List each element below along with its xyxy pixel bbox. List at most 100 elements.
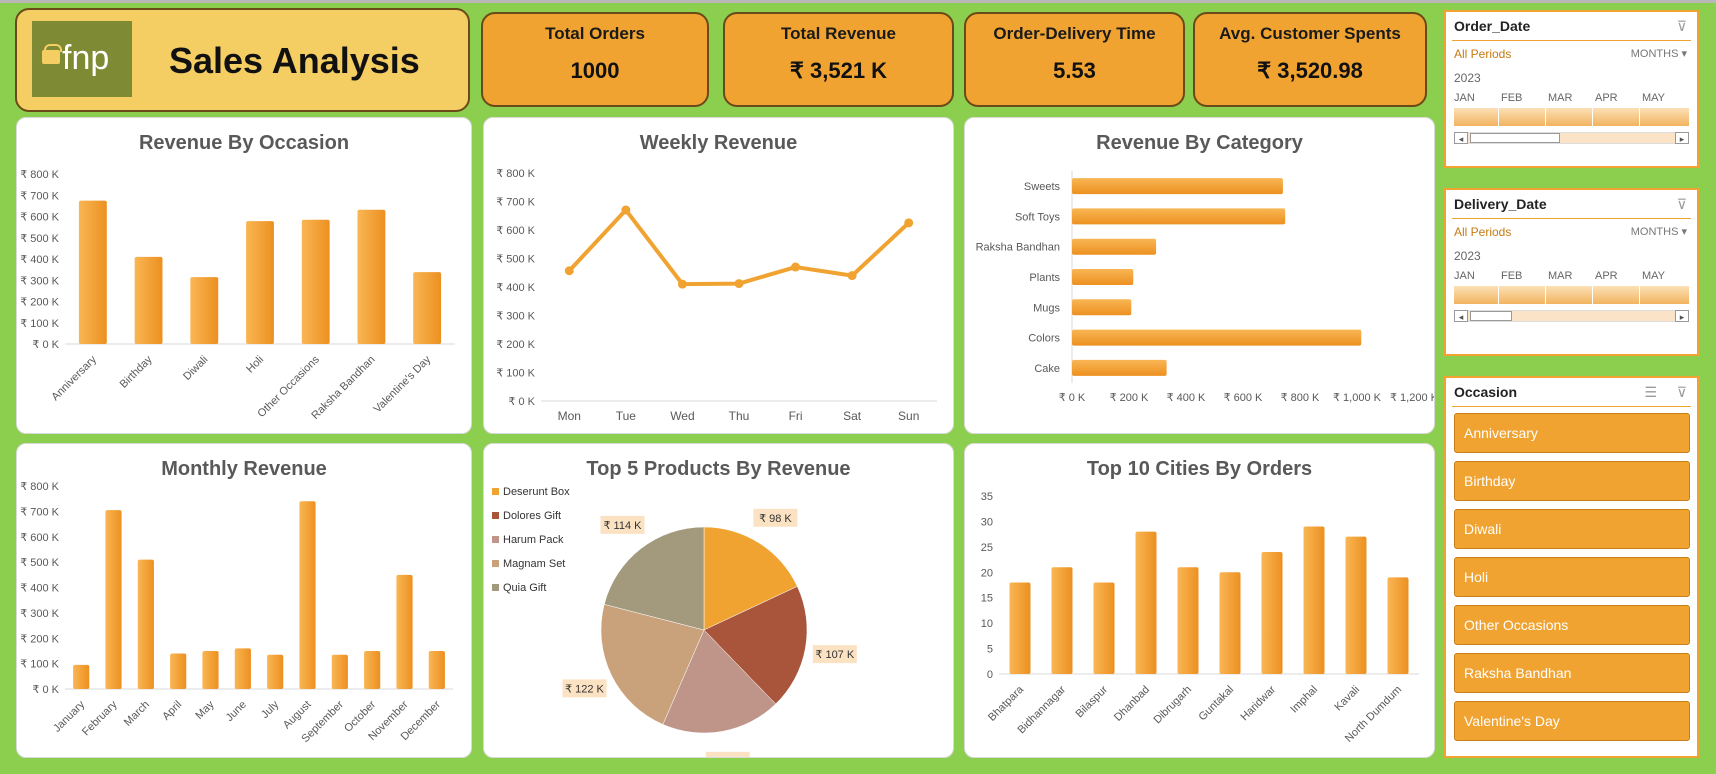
- all-periods-label[interactable]: All Periods: [1454, 47, 1511, 61]
- y-tick-label: ₹ 300 K: [20, 608, 59, 620]
- bar: [1345, 536, 1367, 674]
- bar: [1219, 572, 1241, 674]
- data-label: ₹ 102 K: [708, 756, 747, 758]
- bar: [331, 654, 348, 689]
- legend-swatch: [492, 560, 499, 567]
- month-feb[interactable]: FEB: [1501, 92, 1522, 104]
- kpi-label: Total Orders: [545, 24, 645, 43]
- occasion-item-diwali[interactable]: Diwali: [1454, 509, 1690, 549]
- x-tick-label: Mon: [558, 409, 581, 423]
- y-tick-label: ₹ 200 K: [20, 297, 59, 309]
- kpi-value: 1000: [570, 58, 620, 83]
- y-tick-label: ₹ 700 K: [20, 506, 59, 518]
- chart-top5-products: Top 5 Products By Revenue ₹ 98 K ₹ 107 K ₹…: [483, 443, 954, 758]
- occasion-item-birthday[interactable]: Birthday: [1454, 461, 1690, 501]
- chart-plot: ₹ 0 K ₹ 100 K ₹ 200 K ₹ 300 K ₹ 400 K ₹ 500 K…: [20, 169, 455, 422]
- all-periods-label[interactable]: All Periods: [1454, 225, 1511, 239]
- legend-swatch: [492, 488, 499, 495]
- y-tick-label: ₹ 500 K: [496, 254, 535, 266]
- y-tick-label: ₹ 0 K: [508, 396, 535, 408]
- bar: [396, 574, 413, 689]
- month-may[interactable]: MAY: [1642, 270, 1665, 282]
- occasion-item-holi[interactable]: Holi: [1454, 557, 1690, 597]
- data-point: [734, 279, 744, 289]
- scroll-left-icon[interactable]: ◂: [1454, 310, 1468, 322]
- x-tick-label: April: [160, 699, 184, 723]
- month-feb[interactable]: FEB: [1501, 270, 1522, 282]
- timeline-selection-bar[interactable]: [1454, 286, 1689, 304]
- month-mar[interactable]: MAR: [1548, 270, 1572, 282]
- kpi-value: 5.53: [1053, 58, 1096, 83]
- kpi-value: ₹ 3,520.98: [1257, 58, 1363, 83]
- data-label: ₹ 98 K: [759, 513, 792, 525]
- bar: [190, 277, 219, 344]
- x-tick-label: February: [80, 698, 120, 738]
- scroll-right-icon[interactable]: ▸: [1675, 132, 1689, 144]
- month-apr[interactable]: APR: [1595, 92, 1618, 104]
- occasion-item-raksha-bandhan[interactable]: Raksha Bandhan: [1454, 653, 1690, 693]
- multi-select-icon[interactable]: ☰: [1644, 384, 1657, 401]
- x-tick-label: ₹ 1,000 K: [1333, 392, 1382, 404]
- bar: [364, 650, 381, 689]
- gift-icon: [42, 44, 62, 64]
- y-tick-label: ₹ 800 K: [496, 168, 535, 180]
- x-tick-label: Wed: [670, 409, 694, 423]
- slicer-delivery-date[interactable]: Delivery_Date ⊽ All Periods MONTHS ▾ 202…: [1444, 188, 1699, 356]
- bar: [1072, 299, 1132, 316]
- timeline-divider: [1498, 286, 1499, 304]
- y-tick-label: ₹ 0 K: [32, 684, 59, 696]
- timeline-scroll-thumb[interactable]: [1470, 133, 1560, 143]
- bar: [1072, 269, 1134, 285]
- bar: [1387, 577, 1409, 674]
- timeline-divider: [1498, 108, 1499, 126]
- bar: [1009, 582, 1031, 674]
- x-tick-label: Valentine's Day: [372, 353, 434, 415]
- bar: [170, 653, 187, 689]
- slicer-order-date[interactable]: Order_Date ⊽ All Periods MONTHS ▾ 2023 J…: [1444, 10, 1699, 168]
- scroll-right-icon[interactable]: ▸: [1675, 310, 1689, 322]
- time-level-dropdown[interactable]: MONTHS ▾: [1631, 225, 1687, 238]
- month-may[interactable]: MAY: [1642, 92, 1665, 104]
- month-jan[interactable]: JAN: [1454, 270, 1475, 282]
- y-tick-label: ₹ 600 K: [20, 212, 59, 224]
- occasion-item-other[interactable]: Other Occasions: [1454, 605, 1690, 645]
- month-jan[interactable]: JAN: [1454, 92, 1475, 104]
- bar: [105, 510, 122, 689]
- kpi-delivery-time: Order-Delivery Time 5.53: [964, 12, 1185, 107]
- timeline-scroll-thumb[interactable]: [1470, 311, 1512, 321]
- x-tick-label: ₹ 600 K: [1224, 392, 1263, 404]
- kpi-avg-customer-spend: Avg. Customer Spents ₹ 3,520.98: [1193, 12, 1427, 107]
- clear-filter-icon[interactable]: ⊽: [1677, 18, 1687, 35]
- data-point: [677, 279, 687, 289]
- slicer-title: Delivery_Date: [1454, 196, 1547, 212]
- timeline-divider: [1545, 286, 1546, 304]
- clear-filter-icon[interactable]: ⊽: [1677, 384, 1687, 401]
- legend-label: Dolores Gift: [503, 510, 561, 522]
- x-tick-label: Holi: [244, 354, 266, 376]
- bar: [78, 200, 107, 344]
- clear-filter-icon[interactable]: ⊽: [1677, 196, 1687, 213]
- slicer-divider: [1452, 406, 1691, 407]
- y-tick-label: ₹ 300 K: [496, 311, 535, 323]
- x-tick-label: Sun: [898, 409, 919, 423]
- bar: [1177, 567, 1199, 674]
- time-level-dropdown[interactable]: MONTHS ▾: [1631, 47, 1687, 60]
- page-title: Sales Analysis: [169, 40, 420, 81]
- y-tick-label: Raksha Bandhan: [976, 242, 1060, 254]
- scroll-left-icon[interactable]: ◂: [1454, 132, 1468, 144]
- month-apr[interactable]: APR: [1595, 270, 1618, 282]
- year-label: 2023: [1454, 71, 1481, 85]
- bar: [1051, 567, 1073, 674]
- kpi-label: Total Revenue: [781, 24, 896, 43]
- y-tick-label: Plants: [1029, 272, 1060, 284]
- occasion-item-valentines-day[interactable]: Valentine's Day: [1454, 701, 1690, 741]
- timeline-divider: [1592, 286, 1593, 304]
- y-tick-label: ₹ 700 K: [496, 197, 535, 209]
- data-label: ₹ 122 K: [565, 683, 604, 695]
- month-mar[interactable]: MAR: [1548, 92, 1572, 104]
- timeline-selection-bar[interactable]: [1454, 108, 1689, 126]
- kpi-value: ₹ 3,521 K: [789, 58, 888, 83]
- bar: [357, 209, 386, 344]
- y-tick-label: ₹ 0 K: [32, 339, 59, 351]
- occasion-item-anniversary[interactable]: Anniversary: [1454, 413, 1690, 453]
